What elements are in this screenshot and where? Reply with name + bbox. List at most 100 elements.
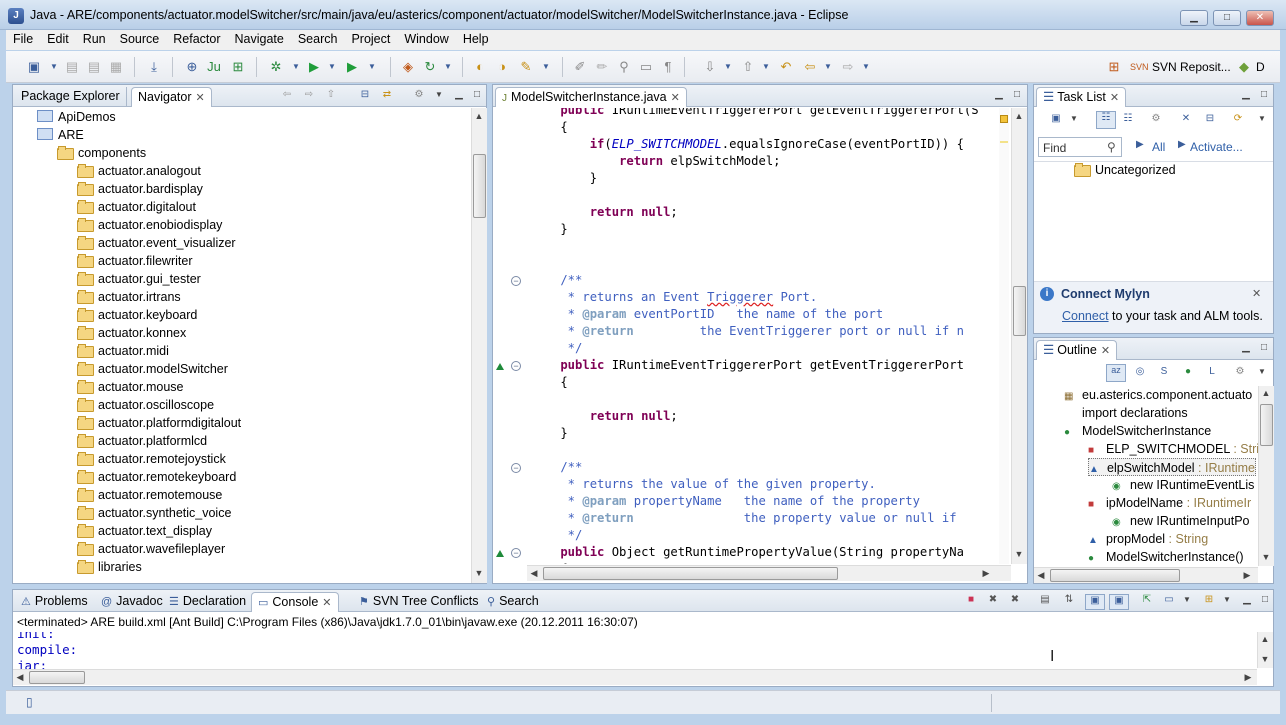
collapse-all-icon[interactable]: ⊟	[359, 89, 371, 101]
tab-package-explorer[interactable]: Package Explorer	[15, 87, 127, 107]
refresh-dropdown-icon[interactable]: ▼	[440, 59, 456, 75]
tree-item[interactable]: components	[57, 144, 146, 162]
remove-launch-icon[interactable]: ✖	[987, 594, 999, 606]
scroll-thumb[interactable]	[1260, 404, 1273, 446]
new-icon[interactable]: ▣	[26, 59, 42, 75]
task-category-row[interactable]: Uncategorized	[1074, 161, 1176, 179]
fold-toggle-icon[interactable]: −	[511, 548, 521, 558]
android-icon[interactable]: ◆	[1236, 59, 1252, 75]
forward-nav-icon[interactable]: ⇨	[303, 89, 315, 101]
tab-declaration[interactable]: ☰ Declaration	[163, 592, 252, 612]
overview-marker[interactable]	[1000, 141, 1008, 143]
back-nav-icon[interactable]: ⇦	[281, 89, 293, 101]
tree-item[interactable]: actuator.wavefileplayer	[77, 540, 225, 558]
save-icon[interactable]: ▤	[64, 59, 80, 75]
prev-annotation-icon[interactable]: ⇧	[740, 59, 756, 75]
outline-item[interactable]: ▦ eu.asterics.component.actuato	[1064, 386, 1252, 404]
new-task-icon[interactable]: ▣	[1050, 113, 1062, 125]
toggle-mark-icon[interactable]: ✐	[572, 59, 588, 75]
maximize-view-icon[interactable]: □	[1258, 89, 1270, 101]
scroll-down-icon[interactable]: ▼	[472, 568, 486, 578]
tree-item[interactable]: actuator.text_display	[77, 522, 212, 540]
outline-item[interactable]: ■ ipModelName : IRuntimeIr	[1088, 494, 1251, 512]
task-find-field[interactable]: Find ⚲	[1038, 137, 1122, 157]
override-marker-icon[interactable]	[496, 550, 504, 557]
scroll-right-icon[interactable]: ▶	[1241, 672, 1255, 683]
tree-item[interactable]: ApiDemos	[37, 108, 116, 126]
forward-dropdown-icon[interactable]: ▼	[858, 59, 874, 75]
ddms-perspective-label[interactable]: D	[1256, 60, 1265, 74]
outline-item[interactable]: ▲ propModel : String	[1088, 530, 1208, 548]
menu-edit[interactable]: Edit	[40, 30, 76, 46]
collapse-icon[interactable]: ⊟	[1204, 113, 1216, 125]
tree-item[interactable]: actuator.remotemouse	[77, 486, 222, 504]
scheduled-icon[interactable]: ☷	[1122, 113, 1134, 125]
hide-fields-icon[interactable]: ◎	[1134, 366, 1146, 378]
menu-search[interactable]: Search	[291, 30, 345, 46]
scroll-thumb[interactable]	[543, 567, 838, 580]
scroll-down-icon[interactable]: ▼	[1259, 552, 1273, 562]
debug-icon[interactable]: ✲	[268, 59, 284, 75]
scroll-right-icon[interactable]: ▶	[1240, 570, 1254, 581]
editor-hscroll[interactable]: ◀ ▶	[527, 565, 1011, 581]
focus-icon[interactable]: ⚙	[1234, 366, 1246, 378]
scroll-thumb[interactable]	[1050, 569, 1180, 582]
view-menu-icon[interactable]: ▼	[1256, 113, 1268, 125]
view-menu-icon[interactable]: ▼	[1256, 366, 1268, 378]
scroll-left-icon[interactable]: ◀	[13, 672, 27, 683]
outline-vscroll[interactable]: ▲ ▼	[1258, 386, 1274, 566]
tree-item[interactable]: actuator.remotekeyboard	[77, 468, 236, 486]
tree-item[interactable]: actuator.keyboard	[77, 306, 197, 324]
new-class-icon[interactable]: ⊞	[230, 59, 246, 75]
tab-javadoc[interactable]: @ Javadoc	[95, 592, 169, 612]
categorized-icon[interactable]: ☷	[1096, 111, 1116, 129]
menu-project[interactable]: Project	[344, 30, 397, 46]
tree-item[interactable]: actuator.event_visualizer	[77, 234, 236, 252]
outline-item[interactable]: ◉ new IRuntimeInputPo	[1112, 512, 1250, 530]
maximize-view-icon[interactable]: □	[1259, 594, 1271, 606]
close-tab-icon[interactable]: ✕	[671, 92, 680, 104]
remove-all-icon[interactable]: ✖	[1009, 594, 1021, 606]
import-icon[interactable]: ⤓	[146, 59, 162, 75]
paragraph-icon[interactable]: ¶	[660, 59, 676, 75]
tree-item[interactable]: libraries	[77, 558, 142, 576]
external-tools-icon[interactable]: ▶	[344, 59, 360, 75]
save-all-icon[interactable]: ▤	[86, 59, 102, 75]
tree-item[interactable]: actuator.filewriter	[77, 252, 192, 270]
link-editor-icon[interactable]: ⇄	[381, 89, 393, 101]
scroll-right-icon[interactable]: ▶	[979, 568, 993, 579]
scroll-thumb[interactable]	[473, 154, 486, 218]
minimize-view-icon[interactable]: ▁	[453, 89, 465, 101]
clear-console-icon[interactable]: ▤	[1039, 594, 1051, 606]
minimize-editor-icon[interactable]: ▁	[993, 89, 1005, 101]
tab-search[interactable]: ⚲ Search	[481, 592, 545, 612]
tab-task-list[interactable]: ☰ Task List ✕	[1036, 87, 1127, 107]
maximize-view-icon[interactable]: □	[471, 89, 483, 101]
open-perspective-icon[interactable]: ⊞	[1106, 59, 1122, 75]
block-icon[interactable]: ▭	[638, 59, 654, 75]
maximize-view-icon[interactable]: □	[1258, 342, 1270, 354]
display-console-dropdown-icon[interactable]: ▼	[1181, 594, 1193, 606]
search-tool-icon[interactable]: ✎	[518, 59, 534, 75]
back-icon[interactable]: ⇦	[802, 59, 818, 75]
filter-icon[interactable]: ⚙	[413, 89, 425, 101]
new-dropdown-icon[interactable]: ▼	[46, 59, 62, 75]
search-dropdown-icon[interactable]: ▼	[538, 59, 554, 75]
tree-item[interactable]: actuator.digitalout	[77, 198, 196, 216]
svn-icon[interactable]: SVN	[1130, 59, 1149, 75]
hide-nonpublic-icon[interactable]: ●	[1182, 366, 1194, 378]
team-icon[interactable]: ◈	[400, 59, 416, 75]
open-type-icon[interactable]: ◐	[472, 59, 488, 75]
minimize-view-icon[interactable]: ▁	[1241, 594, 1253, 606]
maximize-editor-icon[interactable]: □	[1011, 89, 1023, 101]
outline-item[interactable]: import declarations	[1064, 404, 1188, 422]
tab-console[interactable]: ▭ Console ✕	[251, 592, 339, 612]
tree-item[interactable]: actuator.synthetic_voice	[77, 504, 231, 522]
back-dropdown-icon[interactable]: ▼	[820, 59, 836, 75]
tree-item[interactable]: actuator.modelSwitcher	[77, 360, 228, 378]
scroll-left-icon[interactable]: ◀	[527, 568, 541, 579]
tab-navigator[interactable]: Navigator ✕	[131, 87, 212, 107]
tree-item[interactable]: actuator.analogout	[77, 162, 201, 180]
debug-dropdown-icon[interactable]: ▼	[288, 59, 304, 75]
forward-icon[interactable]: ⇨	[840, 59, 856, 75]
